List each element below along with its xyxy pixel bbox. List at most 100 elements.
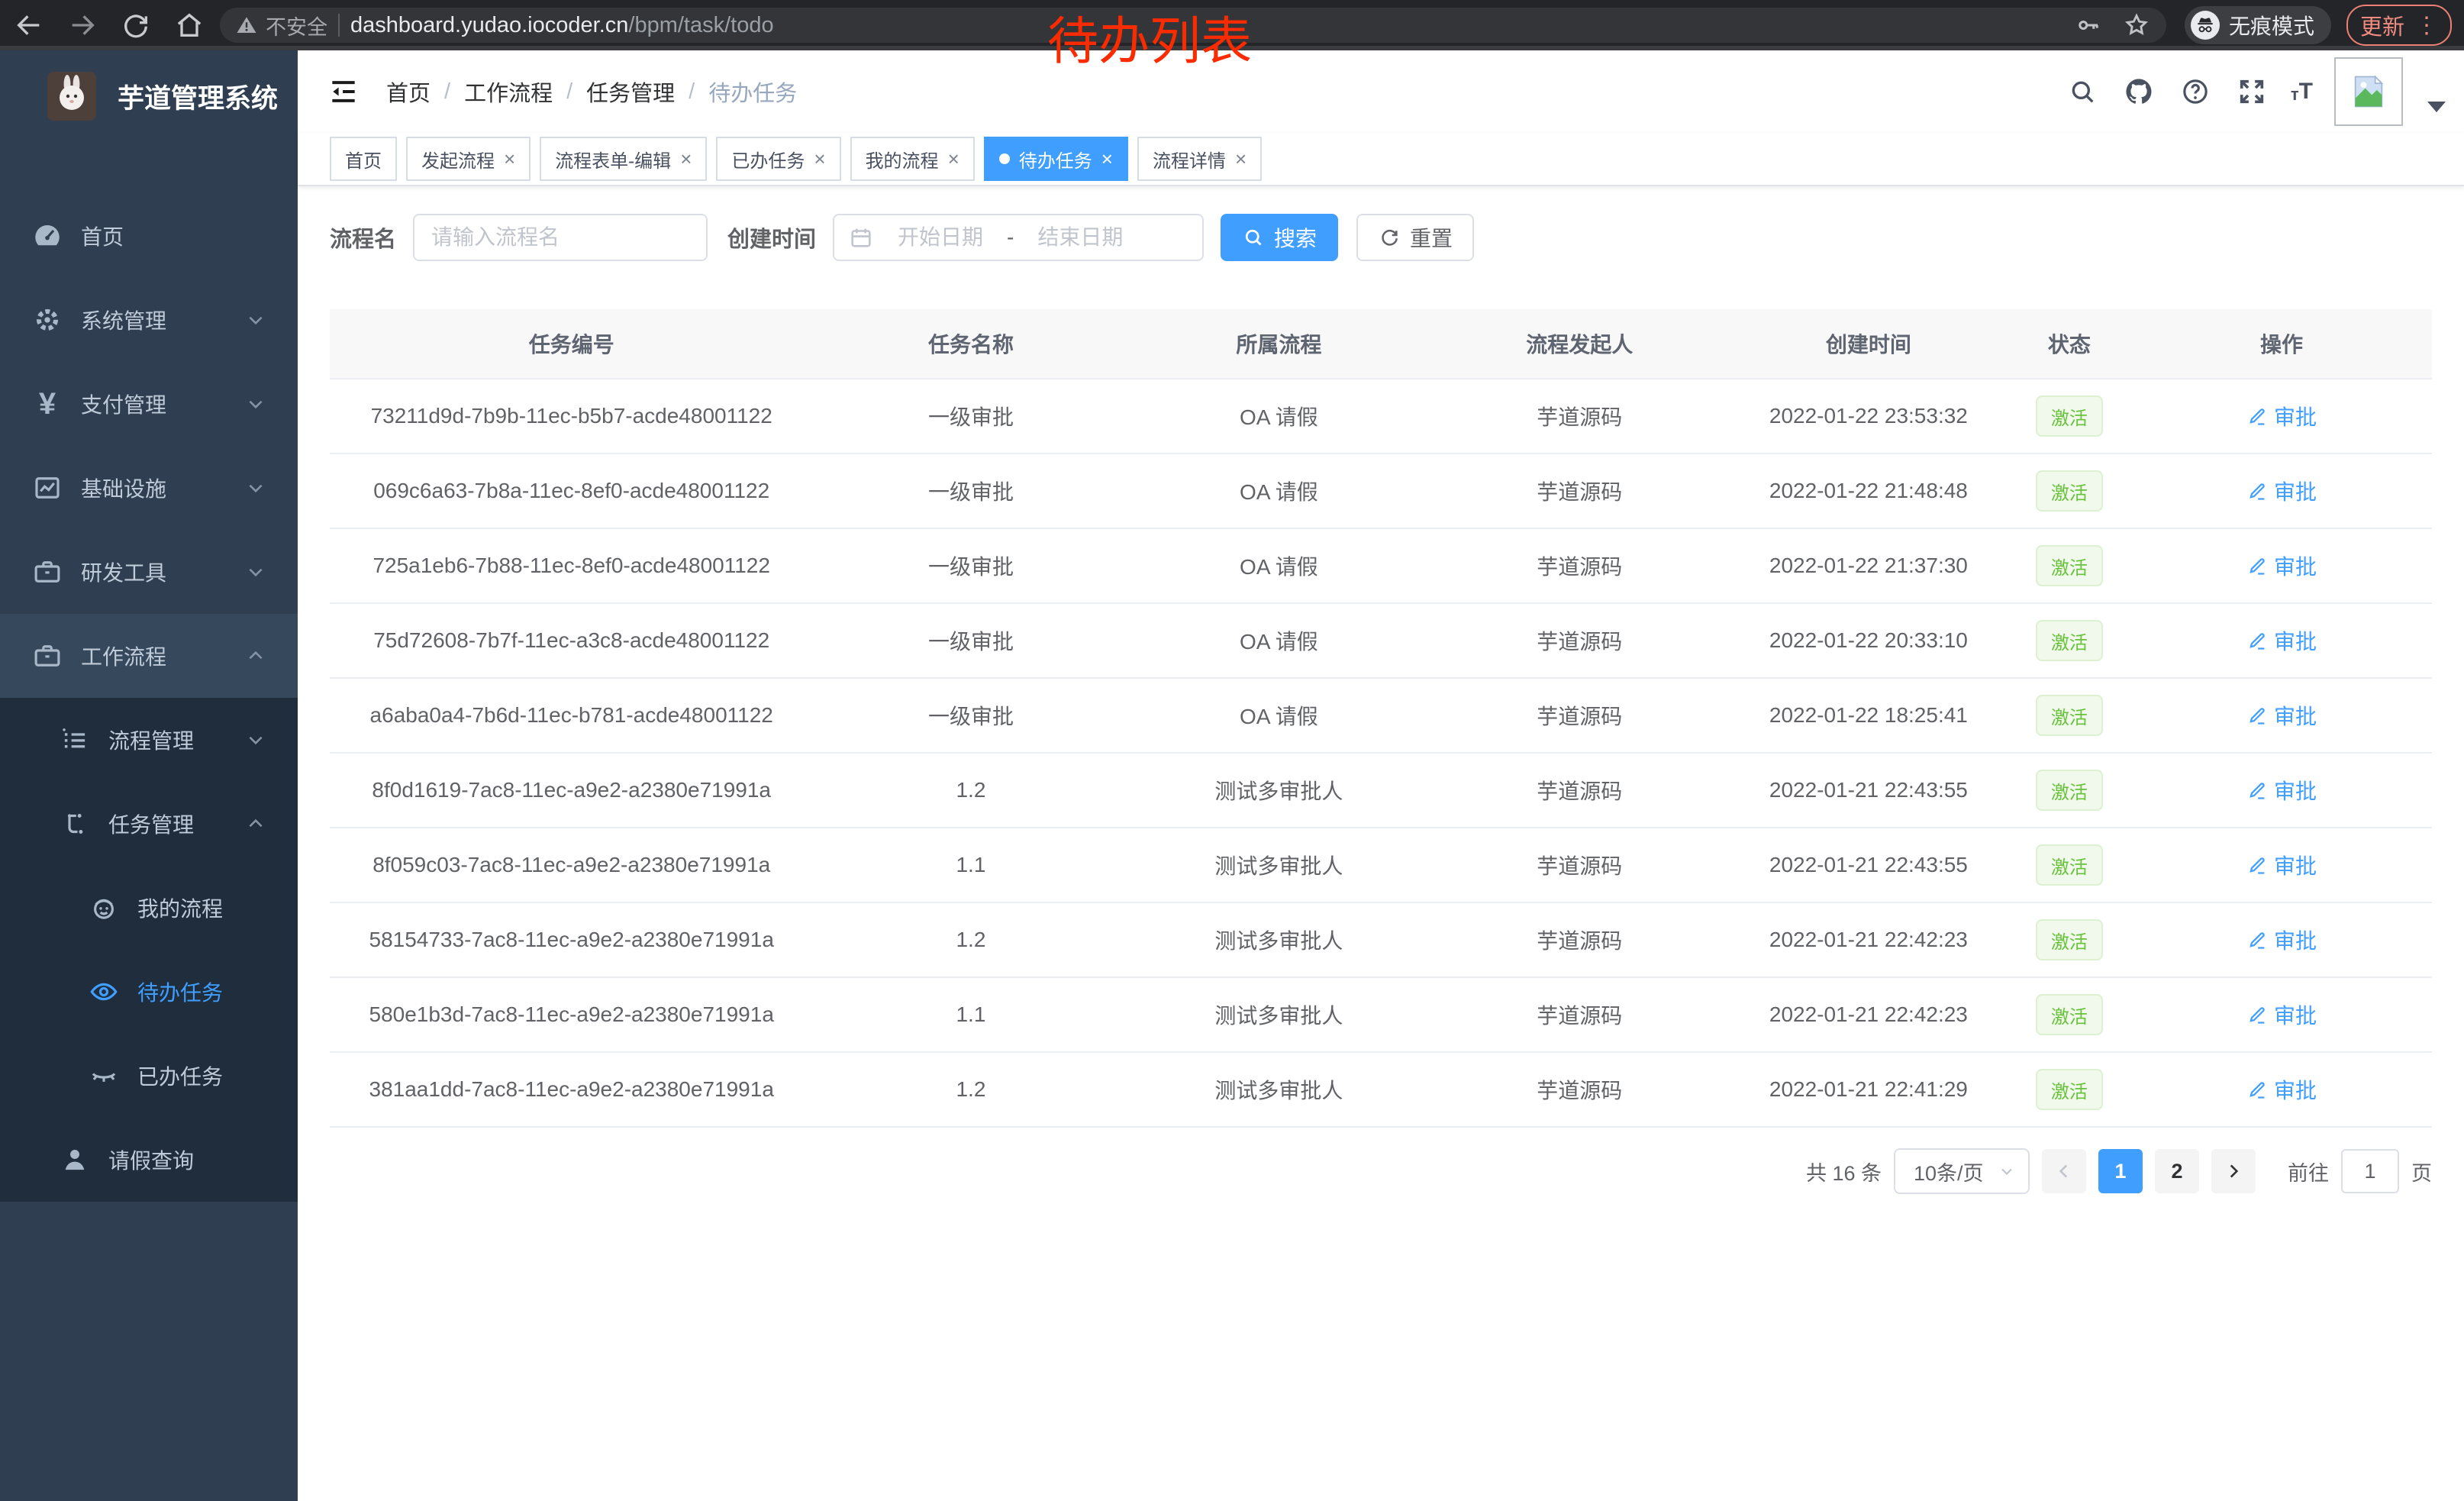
chevron-down-icon: [246, 394, 266, 414]
sidebar-item-process-mgmt[interactable]: 流程管理: [0, 698, 298, 782]
view-tab[interactable]: 待办任务 ×: [984, 137, 1128, 181]
approve-link[interactable]: 审批: [2246, 925, 2317, 955]
branch-tree-icon: [58, 807, 92, 841]
sidebar-item-done-tasks[interactable]: 已办任务: [0, 1034, 298, 1118]
approve-link[interactable]: 审批: [2246, 999, 2317, 1030]
view-tab[interactable]: 首页: [330, 137, 397, 181]
avatar-dropdown-caret[interactable]: [2427, 102, 2446, 112]
refresh-icon: [1378, 226, 1401, 249]
sidebar-item-payment[interactable]: ¥ 支付管理: [0, 362, 298, 446]
starter-cell: 芋道源码: [1429, 700, 1730, 731]
bookmark-star-icon[interactable]: [2122, 11, 2151, 40]
reset-button[interactable]: 重置: [1356, 214, 1474, 261]
tab-label: 我的流程: [866, 146, 939, 173]
avatar[interactable]: [2334, 57, 2403, 126]
process-cell: OA 请假: [1129, 700, 1430, 731]
browser-menu-dots-icon[interactable]: ⋮: [2415, 12, 2438, 39]
sidebar-collapse-icon[interactable]: [322, 70, 365, 113]
app-logo[interactable]: 芋道管理系统: [0, 50, 298, 142]
sidebar-item-label: 工作流程: [81, 641, 166, 671]
created-time-cell: 2022-01-22 23:53:32: [1730, 404, 2008, 428]
chevron-up-icon: [246, 646, 266, 666]
sidebar-item-task-mgmt[interactable]: 任务管理: [0, 782, 298, 866]
reload-icon[interactable]: [119, 8, 153, 42]
close-icon[interactable]: ×: [680, 149, 692, 169]
col-header: 任务名称: [813, 328, 1128, 359]
page-button-2[interactable]: 2: [2155, 1149, 2199, 1193]
status-badge: 激活: [2036, 395, 2103, 437]
sidebar-item-system[interactable]: 系统管理: [0, 278, 298, 362]
close-icon[interactable]: ×: [1235, 149, 1247, 169]
password-key-icon[interactable]: [2075, 11, 2102, 39]
close-icon[interactable]: ×: [1101, 149, 1113, 169]
sidebar-item-workflow[interactable]: 工作流程: [0, 614, 298, 698]
page-size-select[interactable]: 10条/页: [1894, 1148, 2030, 1194]
sidebar-item-home[interactable]: 首页: [0, 194, 298, 278]
date-range-picker[interactable]: -: [833, 214, 1204, 261]
security-warning[interactable]: 不安全: [235, 11, 327, 40]
sidebar-item-leave-query[interactable]: 请假查询: [0, 1118, 298, 1202]
approve-link[interactable]: 审批: [2246, 700, 2317, 731]
start-date-input[interactable]: [882, 224, 999, 250]
table-row: 75d72608-7b7f-11ec-a3c8-acde48001122 一级审…: [330, 604, 2432, 679]
approve-link-label: 审批: [2274, 775, 2317, 805]
goto-page-input[interactable]: [2341, 1149, 2399, 1193]
task-name-cell: 一级审批: [813, 625, 1128, 656]
sidebar-item-label: 已办任务: [137, 1060, 223, 1091]
calendar-icon: [848, 224, 874, 250]
action-cell: 审批: [2131, 850, 2432, 881]
col-header: 操作: [2131, 328, 2432, 359]
process-cell: OA 请假: [1129, 401, 1430, 431]
view-tab[interactable]: 我的流程 ×: [850, 137, 975, 181]
chevron-down-icon: [1998, 1162, 2016, 1180]
end-date-input[interactable]: [1021, 224, 1139, 250]
breadcrumb-task-mgmt[interactable]: 任务管理: [586, 76, 675, 108]
create-time-label: 创建时间: [727, 221, 816, 253]
table-row: a6aba0a4-7b6d-11ec-b781-acde48001122 一级审…: [330, 679, 2432, 754]
url-text[interactable]: dashboard.yudao.iocoder.cn/bpm/task/todo: [350, 13, 774, 38]
sidebar-item-my-process[interactable]: 我的流程: [0, 866, 298, 950]
approve-link[interactable]: 审批: [2246, 1074, 2317, 1105]
search-button[interactable]: 搜索: [1221, 214, 1338, 261]
approve-link[interactable]: 审批: [2246, 401, 2317, 431]
approve-link[interactable]: 审批: [2246, 550, 2317, 581]
breadcrumb-workflow[interactable]: 工作流程: [464, 76, 553, 108]
breadcrumb-home[interactable]: 首页: [386, 76, 431, 108]
close-icon[interactable]: ×: [814, 149, 825, 169]
next-page-button[interactable]: [2211, 1149, 2256, 1193]
approve-link[interactable]: 审批: [2246, 775, 2317, 805]
view-tab[interactable]: 流程表单-编辑 ×: [540, 137, 707, 181]
view-tab[interactable]: 发起流程 ×: [406, 137, 531, 181]
help-icon[interactable]: [2178, 74, 2213, 109]
prev-page-button[interactable]: [2042, 1149, 2086, 1193]
sidebar-item-devtools[interactable]: 研发工具: [0, 530, 298, 614]
home-icon[interactable]: [173, 8, 206, 42]
sidebar-item-todo-tasks[interactable]: 待办任务: [0, 950, 298, 1034]
col-header: 所属流程: [1129, 328, 1430, 359]
task-table: 任务编号 任务名称 所属流程 流程发起人 创建时间 状态 操作 73211d9d…: [330, 309, 2432, 1128]
approve-link[interactable]: 审批: [2246, 625, 2317, 656]
forward-icon[interactable]: [66, 8, 99, 42]
search-icon[interactable]: [2065, 74, 2100, 109]
fullscreen-icon[interactable]: [2234, 74, 2269, 109]
browser-update-button[interactable]: 更新 ⋮: [2346, 5, 2452, 46]
task-id-cell: 73211d9d-7b9b-11ec-b5b7-acde48001122: [330, 404, 813, 428]
page: 不安全 dashboard.yudao.iocoder.cn/bpm/task/…: [0, 0, 2464, 1501]
table-row: 381aa1dd-7ac8-11ec-a9e2-a2380e71991a 1.2…: [330, 1053, 2432, 1128]
back-icon[interactable]: [12, 8, 46, 42]
approve-link[interactable]: 审批: [2246, 850, 2317, 880]
github-icon[interactable]: [2121, 74, 2156, 109]
person-icon: [58, 1143, 92, 1177]
tab-label: 待办任务: [1019, 146, 1092, 173]
close-icon[interactable]: ×: [948, 149, 959, 169]
view-tab[interactable]: 已办任务 ×: [716, 137, 840, 181]
approve-link[interactable]: 审批: [2246, 476, 2317, 506]
close-icon[interactable]: ×: [504, 149, 515, 169]
process-cell: 测试多审批人: [1129, 850, 1430, 880]
process-name-input[interactable]: [413, 214, 708, 261]
sidebar-item-infra[interactable]: 基础设施: [0, 446, 298, 530]
action-cell: 审批: [2131, 925, 2432, 956]
page-button-1[interactable]: 1: [2098, 1149, 2143, 1193]
view-tab[interactable]: 流程详情 ×: [1137, 137, 1262, 181]
font-size-icon[interactable]: тT: [2291, 79, 2313, 105]
